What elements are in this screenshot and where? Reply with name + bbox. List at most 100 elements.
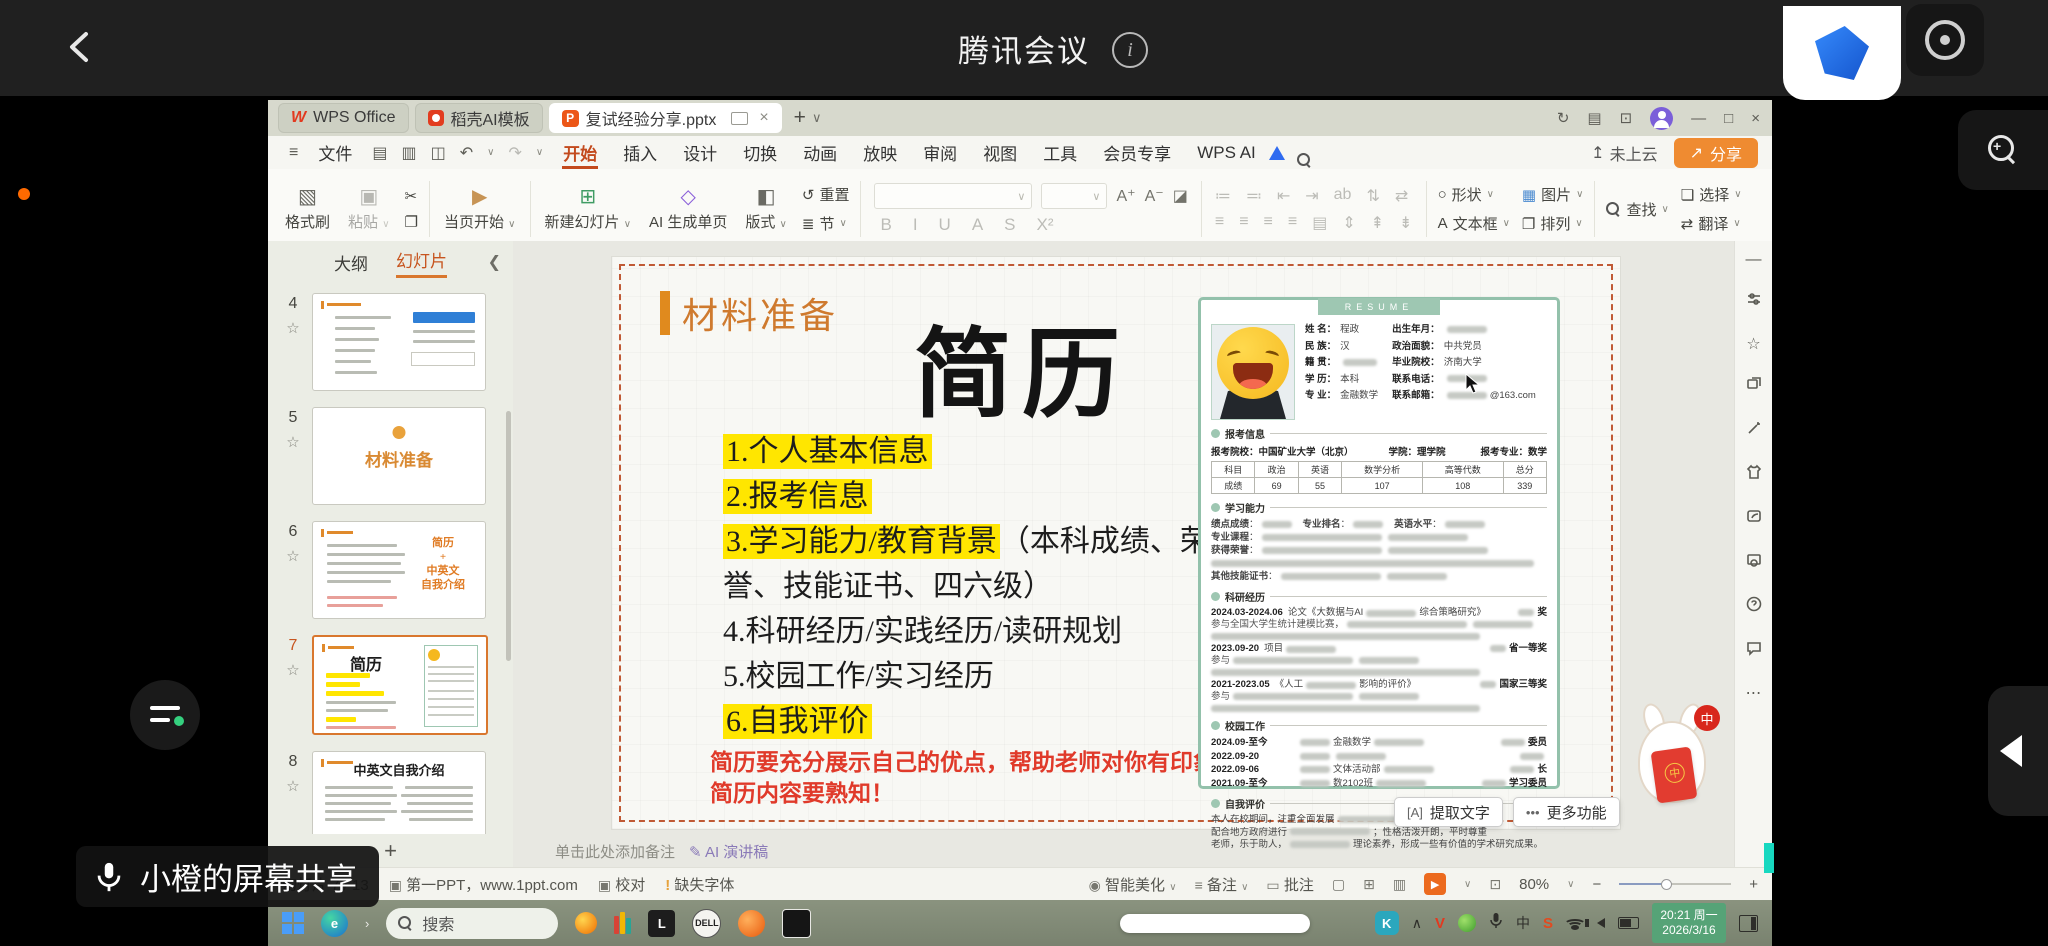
favorites-icon[interactable]: ☆: [1746, 334, 1760, 354]
more-tools-icon[interactable]: ⋯: [1746, 683, 1762, 703]
collapse-strip-icon[interactable]: —: [1746, 251, 1762, 269]
layout-button[interactable]: ◧ 版式 ∨: [736, 173, 796, 245]
avatar[interactable]: [1650, 106, 1674, 130]
tab-slides[interactable]: 幻灯片: [396, 247, 447, 278]
tray-green-icon[interactable]: [1457, 914, 1476, 932]
layout-icon[interactable]: ▤: [1587, 109, 1601, 127]
undo-caret-icon[interactable]: ∨: [487, 147, 494, 158]
tray-mic-icon[interactable]: [1489, 912, 1503, 935]
battery-icon[interactable]: [1618, 917, 1639, 929]
play-from-page-button[interactable]: ▶ 当页开始 ∨: [435, 173, 525, 245]
font-style-icon[interactable]: I: [913, 215, 918, 235]
paragraph-icon[interactable]: ≡: [1215, 213, 1224, 233]
undo-icon[interactable]: ↶: [460, 143, 473, 163]
close-icon[interactable]: ×: [1751, 110, 1760, 127]
firefox-icon[interactable]: [738, 909, 766, 937]
taskbar-search[interactable]: 搜索: [386, 907, 559, 939]
paragraph-icon[interactable]: ⇟: [1399, 213, 1412, 233]
volume-icon[interactable]: [1585, 918, 1605, 928]
paragraph-icon[interactable]: ≡: [1288, 213, 1297, 233]
tray-k-app-icon[interactable]: K: [1374, 911, 1399, 935]
tray-clock[interactable]: 20:21 周一 2026/3/16: [1652, 903, 1726, 943]
translate-button[interactable]: ⇄ 翻译 ∨: [1681, 213, 1742, 234]
resume-image[interactable]: RESUME 姓 名程政民 族汉籍 贯学 历本科专: [1198, 297, 1560, 850]
paragraph-icon[interactable]: ab: [1334, 186, 1352, 206]
font-size-select[interactable]: ∨: [1041, 183, 1108, 209]
beautify-wand-icon[interactable]: [1745, 419, 1763, 442]
zoom-in-button[interactable]: +: [1749, 876, 1758, 893]
paragraph-icon[interactable]: ≔: [1215, 186, 1231, 206]
notes-button[interactable]: ≡ 备注 ∨: [1195, 874, 1249, 895]
normal-view-icon[interactable]: ▢: [1332, 876, 1345, 893]
copy-button[interactable]: ❐: [405, 213, 418, 231]
paragraph-icon[interactable]: ⇅: [1366, 186, 1379, 206]
star-icon[interactable]: ☆: [280, 661, 306, 679]
paragraph-icon[interactable]: ⇤: [1277, 186, 1290, 206]
sorter-view-icon[interactable]: ⊞: [1363, 876, 1375, 893]
font-style-icon[interactable]: A: [972, 215, 983, 235]
new-tab-button[interactable]: +: [794, 106, 806, 130]
new-slide-button[interactable]: ⊞ 新建幻灯片 ∨: [536, 173, 641, 245]
format-painter-button[interactable]: ▧ 格式刷: [276, 173, 339, 245]
tab-list-caret-icon[interactable]: ∨: [812, 110, 822, 126]
shapes-button[interactable]: ○ 形状 ∨: [1438, 184, 1510, 205]
tray-expand-icon[interactable]: ∧: [1412, 915, 1422, 932]
wifi-icon[interactable]: [1564, 916, 1586, 930]
zoom-out-button[interactable]: −: [1592, 876, 1601, 893]
font-decrease-icon[interactable]: A⁻: [1145, 186, 1164, 206]
paragraph-icon[interactable]: ≕: [1246, 186, 1262, 206]
thumbnail-slide-7[interactable]: 7 ☆ 简历: [286, 635, 501, 735]
picture-button[interactable]: ▦ 图片 ∨: [1522, 184, 1584, 205]
edge-icon[interactable]: e: [321, 909, 348, 937]
star-icon[interactable]: ☆: [280, 777, 306, 795]
zoom-level[interactable]: 80%: [1519, 876, 1549, 893]
menu-item[interactable]: 工具: [1030, 136, 1090, 169]
more-features-button[interactable]: ••• 更多功能: [1512, 797, 1620, 827]
help-icon[interactable]: [1745, 595, 1763, 618]
star-icon[interactable]: ☆: [280, 547, 306, 565]
menu-item[interactable]: 设计: [670, 136, 730, 169]
preview-icon[interactable]: ◫: [431, 143, 446, 163]
star-icon[interactable]: ☆: [280, 433, 306, 451]
record-button[interactable]: [1906, 4, 1984, 76]
menu-item[interactable]: 放映: [850, 136, 910, 169]
switch-window-icon[interactable]: [1745, 375, 1763, 398]
comment-bubble-icon[interactable]: [1745, 639, 1763, 662]
tab-document[interactable]: P 复试经验分享.pptx ×: [548, 103, 782, 133]
thumbnail-slide-8[interactable]: 8 ☆ 中英文自我介绍: [286, 751, 501, 834]
font-style-icon[interactable]: X²: [1037, 215, 1054, 235]
zoom-caret-icon[interactable]: ∨: [1567, 879, 1574, 890]
menu-item[interactable]: 插入: [610, 136, 670, 169]
start-button[interactable]: [282, 912, 304, 934]
notification-center-icon[interactable]: [1739, 914, 1758, 932]
template-source[interactable]: ▣ 第一PPT，www.1ppt.com: [389, 874, 578, 895]
thumbnail-slide-4[interactable]: 4 ☆: [286, 293, 501, 391]
ai-page-button[interactable]: ◇ AI 生成单页: [640, 173, 736, 245]
app-dark-icon[interactable]: L: [648, 909, 676, 937]
paragraph-icon[interactable]: ⇞: [1371, 213, 1384, 233]
tray-sogou-icon[interactable]: S: [1543, 915, 1553, 932]
tab-docer-template[interactable]: 稻壳AI模板: [414, 103, 543, 133]
notes-placeholder[interactable]: 单击此处添加备注: [555, 841, 675, 862]
fit-screen-icon[interactable]: ⊡: [1489, 876, 1501, 893]
tray-wps-icon[interactable]: V: [1435, 915, 1445, 932]
notes-bar[interactable]: 单击此处添加备注 ✎ AI 演讲稿: [555, 841, 768, 862]
missing-font-warning[interactable]: ! 缺失字体: [665, 874, 734, 895]
tray-ime-icon[interactable]: 中: [1516, 913, 1530, 933]
app-black-icon[interactable]: [782, 908, 812, 938]
reset-button[interactable]: ↺ 重置: [802, 184, 850, 205]
menu-item[interactable]: 会员专享: [1090, 136, 1184, 169]
menu-item[interactable]: 开始: [550, 136, 610, 169]
dell-icon[interactable]: DELL: [692, 908, 722, 938]
thumbnail-slide-5[interactable]: 5 ☆ 材料准备: [286, 407, 501, 505]
menu-item[interactable]: 视图: [970, 136, 1030, 169]
thumbnail-scrollbar[interactable]: [506, 411, 511, 661]
zoom-slider[interactable]: [1619, 879, 1732, 890]
font-style-icon[interactable]: S: [1004, 215, 1015, 235]
find-button[interactable]: 查找 ∨: [1606, 199, 1669, 220]
settings-icon[interactable]: ⊡: [1620, 109, 1633, 127]
smart-beautify-button[interactable]: ◉ 智能美化 ∨: [1089, 874, 1177, 895]
slide[interactable]: 材料准备 简历 1.个人基本信息 2.报考信息 3.学习能力/教育背景 （本科成绩…: [612, 257, 1720, 850]
cut-button[interactable]: ✂: [405, 187, 418, 205]
menu-item[interactable]: 切换: [730, 136, 790, 169]
